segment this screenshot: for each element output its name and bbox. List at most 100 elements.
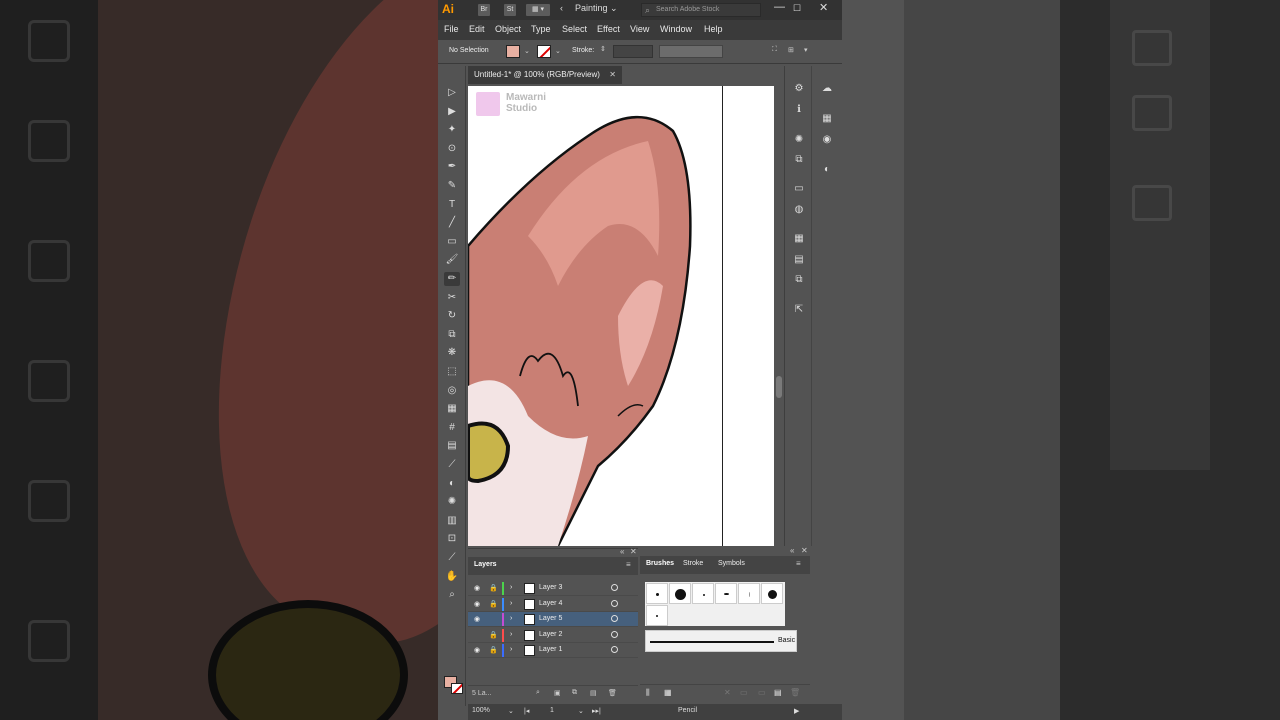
brush-swatch[interactable] bbox=[715, 583, 737, 604]
dock-panel-icon[interactable]: ℹ bbox=[792, 103, 806, 117]
make-clipping-mask-icon[interactable]: ▣ bbox=[554, 689, 561, 697]
stock-button[interactable]: St bbox=[504, 4, 516, 16]
selection-tool-icon[interactable]: ▷ bbox=[444, 86, 460, 100]
menu-view[interactable]: View bbox=[630, 24, 649, 34]
dock-panel-icon[interactable]: ✺ bbox=[792, 133, 806, 147]
brush-swatch[interactable] bbox=[692, 583, 714, 604]
close-panel-icon[interactable]: ✕ bbox=[801, 546, 808, 555]
gpu-icon[interactable]: ‹ bbox=[560, 3, 563, 13]
eyedropper-tool-icon[interactable]: ⟋ bbox=[444, 458, 460, 472]
rectangle-tool-icon[interactable]: ▭ bbox=[444, 235, 460, 249]
symbol-sprayer-tool-icon[interactable]: ✺ bbox=[444, 495, 460, 509]
brush-libraries-icon[interactable]: ⫼ bbox=[646, 688, 650, 698]
layer-name[interactable]: Layer 2 bbox=[539, 631, 562, 638]
chevron-down-icon[interactable]: ⌄ bbox=[578, 707, 584, 715]
brush-swatch[interactable] bbox=[669, 583, 691, 604]
menu-help[interactable]: Help bbox=[704, 24, 723, 34]
vertical-scrollbar[interactable] bbox=[774, 86, 784, 546]
document-tab[interactable]: Untitled-1* @ 100% (RGB/Preview) ✕ bbox=[468, 66, 622, 84]
collapse-panel-icon[interactable]: « bbox=[790, 546, 794, 555]
arrange-icon[interactable]: ▾ bbox=[804, 46, 808, 54]
close-panel-icon[interactable]: ✕ bbox=[630, 547, 637, 556]
type-tool-icon[interactable]: T bbox=[444, 198, 460, 212]
lock-icon[interactable]: 🔒 bbox=[489, 600, 498, 608]
slice-tool-icon[interactable]: ⟋ bbox=[444, 551, 460, 565]
layer-row[interactable]: ◉ 🔒 › Layer 1 bbox=[468, 643, 638, 658]
locate-object-icon[interactable]: ⌕ bbox=[536, 689, 540, 697]
blend-tool-icon[interactable]: ◐ bbox=[444, 477, 460, 491]
dock-panel-icon[interactable]: ◍ bbox=[792, 203, 806, 217]
shape-builder-tool-icon[interactable]: ◎ bbox=[444, 384, 460, 398]
scrollbar-thumb[interactable] bbox=[776, 376, 782, 398]
tab-brushes[interactable]: Brushes bbox=[646, 560, 674, 567]
chevron-down-icon[interactable]: ⌄ bbox=[524, 47, 530, 55]
menu-select[interactable]: Select bbox=[562, 24, 587, 34]
perspective-grid-tool-icon[interactable]: ▦ bbox=[444, 402, 460, 416]
lock-icon[interactable]: 🔒 bbox=[489, 584, 498, 592]
layer-row[interactable]: ◉ › Layer 5 bbox=[468, 612, 638, 627]
expand-chevron-icon[interactable]: › bbox=[510, 615, 512, 622]
play-icon[interactable]: ▶ bbox=[794, 707, 799, 715]
lasso-tool-icon[interactable]: ⊙ bbox=[444, 142, 460, 156]
gradient-tool-icon[interactable]: ▤ bbox=[444, 439, 460, 453]
direct-selection-tool-icon[interactable]: ▶ bbox=[444, 105, 460, 119]
trash-icon[interactable]: 🗑 bbox=[608, 689, 617, 697]
dock-panel-icon[interactable]: ⧉ bbox=[792, 273, 806, 287]
target-circle-icon[interactable] bbox=[611, 615, 618, 622]
layer-name[interactable]: Layer 5 bbox=[539, 615, 562, 622]
visibility-eye-icon[interactable]: ◉ bbox=[474, 646, 480, 654]
arrange-documents-button[interactable]: ▦ ▾ bbox=[526, 4, 550, 16]
stroke-weight-field[interactable] bbox=[613, 45, 653, 58]
brush-options-icon[interactable]: ▭ bbox=[758, 688, 766, 697]
basic-brush-row[interactable]: Basic bbox=[645, 630, 797, 652]
column-graph-tool-icon[interactable]: ▥ bbox=[444, 514, 460, 528]
tab-layers[interactable]: Layers bbox=[474, 561, 497, 568]
stock-search-input[interactable]: ⌕ Search Adobe Stock bbox=[641, 3, 761, 17]
stroke-swatch[interactable] bbox=[537, 45, 551, 58]
visibility-eye-icon[interactable]: ◉ bbox=[474, 615, 480, 623]
expand-chevron-icon[interactable]: › bbox=[510, 646, 512, 653]
chevron-down-icon[interactable]: ⌄ bbox=[508, 707, 514, 715]
chevron-down-icon[interactable]: ⌄ bbox=[555, 47, 561, 55]
brush-swatch[interactable] bbox=[738, 583, 760, 604]
maximize-button[interactable]: ☐ bbox=[793, 3, 801, 14]
new-layer-icon[interactable]: ▤ bbox=[590, 689, 597, 697]
expand-chevron-icon[interactable]: › bbox=[510, 584, 512, 591]
artboard-number[interactable]: 1 bbox=[550, 707, 554, 714]
scissors-tool-icon[interactable]: ✂ bbox=[444, 291, 460, 305]
mesh-tool-icon[interactable]: # bbox=[444, 421, 460, 435]
menu-object[interactable]: Object bbox=[495, 24, 521, 34]
target-circle-icon[interactable] bbox=[611, 646, 618, 653]
target-circle-icon[interactable] bbox=[611, 630, 618, 638]
panel-menu-icon[interactable]: ≡ bbox=[796, 559, 801, 568]
menu-file[interactable]: File bbox=[444, 24, 459, 34]
libraries-panel-icon[interactable]: ▦ bbox=[664, 688, 672, 697]
menu-type[interactable]: Type bbox=[531, 24, 551, 34]
layer-row[interactable]: 🔒 › Layer 2 bbox=[468, 628, 638, 643]
lock-icon[interactable]: 🔒 bbox=[489, 631, 498, 639]
close-document-icon[interactable]: ✕ bbox=[609, 66, 616, 84]
dock-panel-icon[interactable]: ▭ bbox=[792, 182, 806, 196]
fill-swatch[interactable] bbox=[506, 45, 520, 58]
new-brush-icon[interactable]: ▤ bbox=[774, 688, 782, 697]
distribute-icon[interactable]: ⊞ bbox=[788, 46, 794, 54]
close-window-button[interactable]: ✕ bbox=[819, 1, 828, 14]
dock-panel-icon[interactable]: ⚙ bbox=[792, 82, 806, 96]
artboard-next-icon[interactable]: ▸▸| bbox=[592, 707, 601, 715]
panel-menu-icon[interactable]: ≡ bbox=[626, 560, 631, 569]
magic-wand-tool-icon[interactable]: ✦ bbox=[444, 123, 460, 137]
visibility-eye-icon[interactable]: ◉ bbox=[474, 584, 480, 592]
artboard-canvas[interactable]: Mawarni Studio bbox=[468, 86, 774, 546]
free-transform-tool-icon[interactable]: ⬚ bbox=[444, 365, 460, 379]
stroke-stepper-icon[interactable]: ⇕ bbox=[600, 45, 606, 53]
menu-effect[interactable]: Effect bbox=[597, 24, 620, 34]
artboard-prev-icon[interactable]: |◂ bbox=[524, 707, 529, 715]
layer-row[interactable]: ◉ 🔒 › Layer 3 bbox=[468, 581, 638, 596]
lock-icon[interactable]: 🔒 bbox=[489, 646, 498, 654]
dock-panel-icon[interactable]: ⧉ bbox=[792, 153, 806, 167]
variable-width-field[interactable] bbox=[659, 45, 723, 58]
target-circle-icon[interactable] bbox=[611, 599, 618, 607]
dock-panel-icon[interactable]: ⇱ bbox=[792, 303, 806, 317]
expand-chevron-icon[interactable]: › bbox=[510, 600, 512, 607]
trash-icon[interactable]: 🗑 bbox=[790, 688, 800, 697]
